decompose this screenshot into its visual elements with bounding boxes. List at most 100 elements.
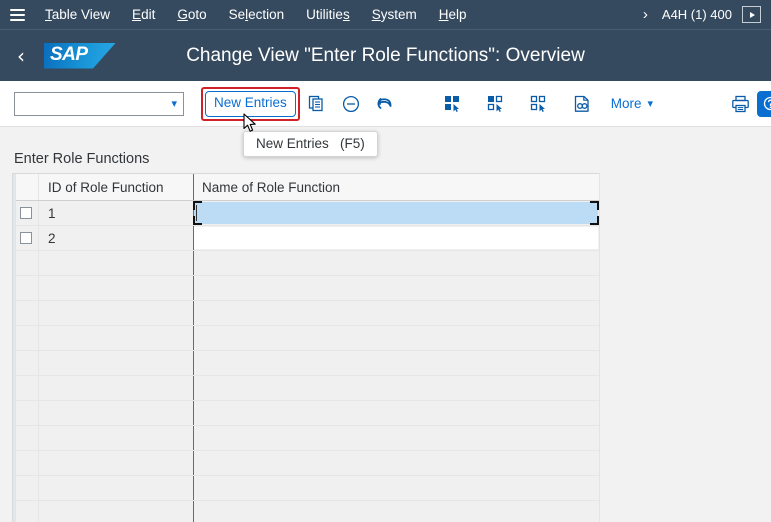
cell-id[interactable]: 2 xyxy=(39,226,194,250)
sap-gui-window: Table View Edit Goto Selection Utilities… xyxy=(0,0,771,522)
cell-name[interactable] xyxy=(194,276,599,300)
more-button[interactable]: More ▾ xyxy=(611,96,653,111)
column-header-name: Name of Role Function xyxy=(202,179,341,195)
new-entries-focus-ring: New Entries xyxy=(201,86,300,121)
table-empty-row[interactable] xyxy=(13,376,599,401)
cell-name[interactable] xyxy=(193,201,599,225)
menu-item-selection[interactable]: Selection xyxy=(218,0,296,29)
table-empty-row[interactable] xyxy=(13,351,599,376)
select-all-icon[interactable] xyxy=(436,88,470,120)
system-id-label: A4H (1) 400 xyxy=(661,7,732,22)
printer-icon[interactable] xyxy=(723,88,757,120)
name-input-focused[interactable] xyxy=(193,201,599,225)
menu-item-goto[interactable]: Goto xyxy=(166,0,217,29)
help-icon[interactable] xyxy=(757,90,771,117)
cell-id[interactable] xyxy=(39,251,194,275)
cell-name[interactable] xyxy=(194,501,599,522)
table-empty-row[interactable] xyxy=(13,451,599,476)
chevron-right-icon[interactable]: › xyxy=(633,0,658,29)
sap-logo: SAP xyxy=(44,42,116,69)
cell-name[interactable] xyxy=(194,451,599,475)
row-checkbox-cell[interactable] xyxy=(13,451,39,475)
text-caret xyxy=(196,205,197,221)
row-checkbox-cell[interactable] xyxy=(13,351,39,375)
undo-icon[interactable] xyxy=(368,88,402,120)
cell-name[interactable] xyxy=(194,351,599,375)
menu-item-table-view[interactable]: Table View xyxy=(34,0,121,29)
cell-name[interactable] xyxy=(194,401,599,425)
menu-item-utilities[interactable]: Utilities xyxy=(295,0,361,29)
row-checkbox-cell[interactable] xyxy=(13,426,39,450)
chevron-down-icon: ▾ xyxy=(171,97,177,110)
cell-name[interactable] xyxy=(194,376,599,400)
cell-id[interactable] xyxy=(39,476,194,500)
cell-id[interactable] xyxy=(39,426,194,450)
hamburger-menu-icon[interactable] xyxy=(0,0,34,29)
chevron-down-icon: ▾ xyxy=(647,97,654,110)
table-empty-row[interactable] xyxy=(13,426,599,451)
row-checkbox-cell[interactable] xyxy=(13,276,39,300)
row-checkbox-cell[interactable] xyxy=(13,376,39,400)
table-row[interactable]: 1 xyxy=(13,201,599,226)
row-checkbox[interactable] xyxy=(19,207,32,219)
title-bar: ‹ SAP Change View "Enter Role Functions"… xyxy=(0,29,771,81)
table-empty-row[interactable] xyxy=(13,401,599,426)
cell-id[interactable] xyxy=(39,301,194,325)
cell-id[interactable]: 1 xyxy=(39,201,194,225)
play-icon[interactable] xyxy=(742,6,761,23)
cell-name[interactable] xyxy=(194,226,599,250)
cell-id[interactable] xyxy=(39,501,194,522)
cell-id[interactable] xyxy=(39,276,194,300)
focus-indicator xyxy=(193,201,599,225)
new-entries-tooltip: New Entries (F5) xyxy=(243,131,378,157)
role-functions-table: ID of Role Function Name of Role Functio… xyxy=(12,173,600,522)
section-title: Enter Role Functions xyxy=(14,151,150,167)
row-checkbox[interactable] xyxy=(19,232,32,244)
cell-name[interactable] xyxy=(194,326,599,350)
table-empty-row[interactable] xyxy=(13,476,599,501)
cell-name[interactable] xyxy=(194,476,599,500)
cell-id[interactable] xyxy=(39,376,194,400)
sap-logo-text: SAP xyxy=(50,43,88,65)
variant-select[interactable]: ▾ xyxy=(14,91,184,116)
table-empty-row[interactable] xyxy=(13,326,599,351)
table-left-rail xyxy=(13,174,16,522)
cell-id[interactable] xyxy=(39,326,194,350)
deselect-all-icon[interactable] xyxy=(522,88,556,120)
column-header-id: ID of Role Function xyxy=(39,174,194,200)
name-input[interactable] xyxy=(194,227,598,249)
cell-name[interactable] xyxy=(194,251,599,275)
menu-bar: Table View Edit Goto Selection Utilities… xyxy=(0,0,771,29)
select-block-icon[interactable] xyxy=(479,88,513,120)
table-empty-row[interactable] xyxy=(13,251,599,276)
copy-icon[interactable] xyxy=(300,88,334,120)
delete-circle-icon[interactable] xyxy=(334,88,368,120)
new-entries-button[interactable]: New Entries xyxy=(205,90,296,117)
display-details-icon[interactable] xyxy=(565,88,599,120)
menu-item-help[interactable]: Help xyxy=(428,0,478,29)
table-empty-row[interactable] xyxy=(13,301,599,326)
table-empty-rows xyxy=(13,251,599,522)
select-all-column-header[interactable] xyxy=(13,174,39,200)
row-checkbox-cell[interactable] xyxy=(13,501,39,522)
table-row[interactable]: 2 xyxy=(13,226,599,251)
cell-name[interactable] xyxy=(194,426,599,450)
table-empty-row[interactable] xyxy=(13,276,599,301)
table-empty-row[interactable] xyxy=(13,501,599,522)
row-checkbox-cell[interactable] xyxy=(13,326,39,350)
cell-id[interactable] xyxy=(39,351,194,375)
row-checkbox-cell[interactable] xyxy=(13,301,39,325)
cell-id[interactable] xyxy=(39,401,194,425)
table-header-row: ID of Role Function Name of Role Functio… xyxy=(13,174,599,201)
back-chevron-icon[interactable]: ‹ xyxy=(0,46,42,66)
row-checkbox-cell[interactable] xyxy=(13,226,39,250)
row-checkbox-cell[interactable] xyxy=(13,401,39,425)
menu-item-edit[interactable]: Edit xyxy=(121,0,166,29)
row-checkbox-cell[interactable] xyxy=(13,201,39,225)
menu-item-system[interactable]: System xyxy=(361,0,428,29)
row-checkbox-cell[interactable] xyxy=(13,251,39,275)
row-checkbox-cell[interactable] xyxy=(13,476,39,500)
cell-id[interactable] xyxy=(39,451,194,475)
cell-name[interactable] xyxy=(194,301,599,325)
more-label: More xyxy=(610,96,642,111)
